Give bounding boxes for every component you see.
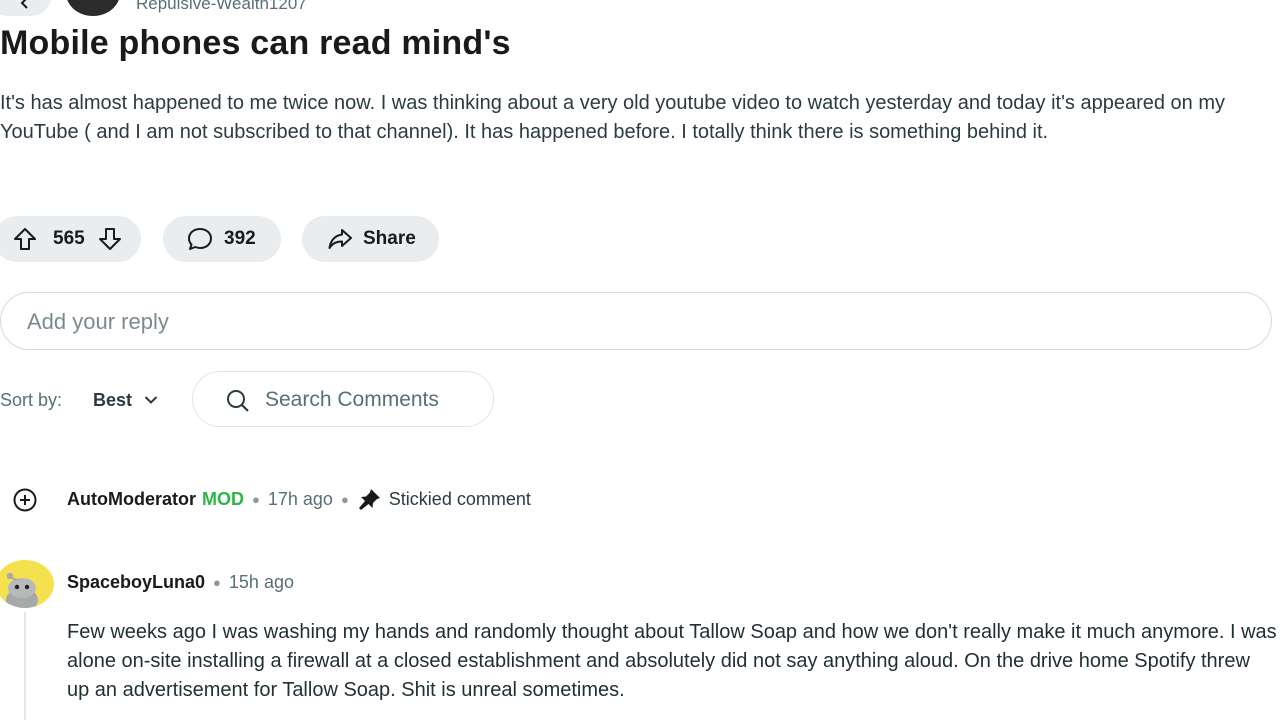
- share-icon: [328, 229, 352, 249]
- reply-input[interactable]: [0, 292, 1272, 350]
- comment-header: AutoModerator MOD ● 17h ago ● Stickied c…: [67, 488, 531, 510]
- vote-count: 565: [53, 228, 85, 249]
- search-placeholder: Search Comments: [265, 388, 439, 411]
- expand-plus-icon: [13, 488, 37, 512]
- comment-time: 17h ago: [267, 488, 333, 509]
- upvote-button[interactable]: [12, 226, 38, 252]
- chevron-down-icon: [144, 396, 158, 404]
- thread-line[interactable]: [24, 612, 26, 720]
- comment-count: 392: [224, 228, 256, 249]
- search-icon: [227, 390, 249, 412]
- separator-dot: ●: [252, 491, 260, 507]
- post-body: It's has almost happened to me twice now…: [0, 92, 1226, 143]
- expand-comment-button[interactable]: [12, 487, 38, 513]
- comment-header: SpaceboyLuna0 ● 15h ago: [67, 572, 294, 593]
- pin-icon: [358, 489, 380, 510]
- vote-group: 565: [0, 216, 141, 262]
- post-author[interactable]: Repulsive-Wealth1207: [136, 0, 307, 14]
- back-button[interactable]: [0, 0, 52, 16]
- snoo-avatar-icon: [6, 572, 38, 608]
- mod-badge: MOD: [202, 488, 244, 509]
- comment-icon: [188, 228, 212, 250]
- comment-body: Few weeks ago I was washing my hands and…: [67, 621, 1277, 701]
- commenter-avatar[interactable]: [0, 560, 54, 608]
- comments-button[interactable]: 392: [163, 216, 281, 262]
- author-avatar[interactable]: [66, 0, 120, 16]
- sort-value: Best: [93, 389, 133, 410]
- stickied-label: Stickied comment: [388, 488, 531, 509]
- downvote-button[interactable]: [97, 226, 123, 252]
- sort-label: Sort by:: [0, 390, 63, 410]
- downvote-icon: [98, 228, 121, 250]
- share-label: Share: [363, 228, 416, 249]
- post-title: Mobile phones can read mind's: [0, 24, 511, 62]
- share-button[interactable]: Share: [302, 216, 439, 262]
- separator-dot: ●: [340, 491, 349, 507]
- comment-author[interactable]: AutoModerator: [67, 489, 196, 510]
- separator-dot: ●: [213, 575, 221, 590]
- sort-dropdown[interactable]: Best: [82, 380, 172, 420]
- reply-placeholder: Add your reply: [27, 309, 169, 334]
- comment-author[interactable]: SpaceboyLuna0: [67, 572, 205, 593]
- upvote-icon: [14, 228, 36, 250]
- back-arrow-icon: [20, 0, 28, 9]
- comment-time: 15h ago: [228, 572, 294, 592]
